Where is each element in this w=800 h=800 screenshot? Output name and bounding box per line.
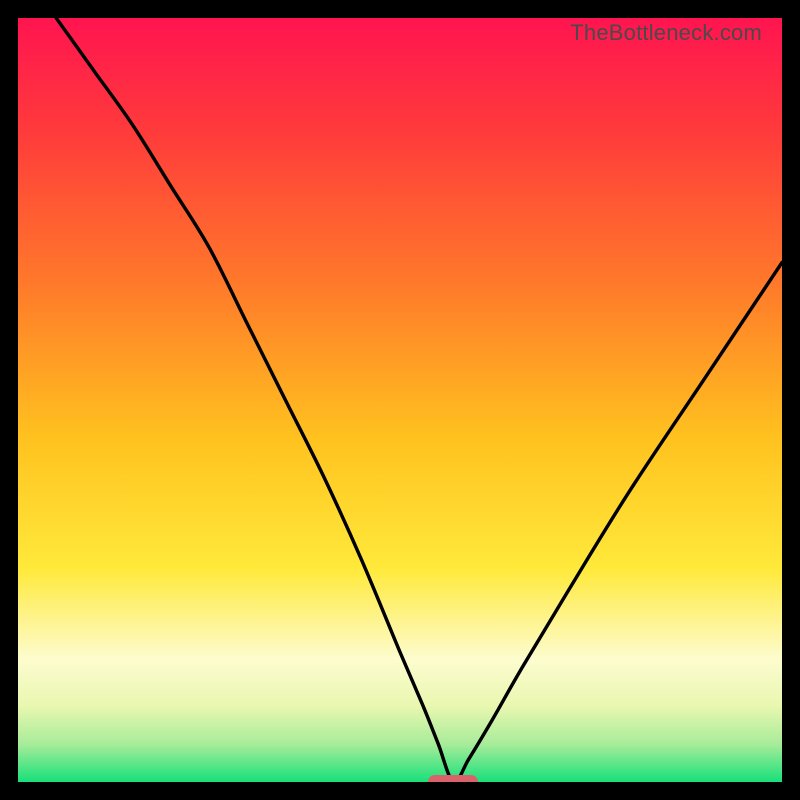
plot-area: TheBottleneck.com (18, 18, 782, 782)
bottleneck-curve (18, 18, 782, 782)
chart-frame: TheBottleneck.com (0, 0, 800, 800)
optimum-marker (428, 775, 478, 782)
